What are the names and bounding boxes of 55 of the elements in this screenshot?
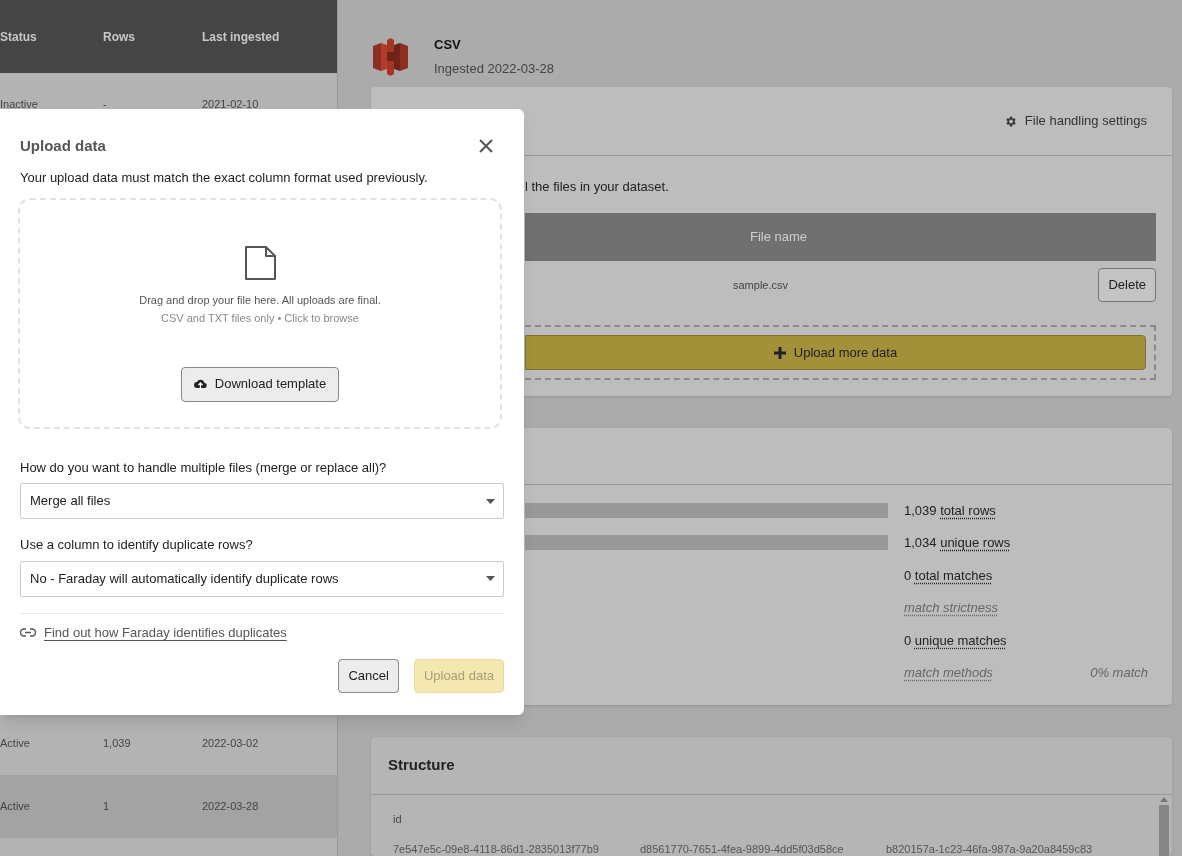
stat-text: 0 total matches <box>904 566 993 585</box>
table-cell-text: 1,039 <box>103 736 131 752</box>
table-cell-text: 7e547e5c-09e8-4118-86d1-2835013f77b9 <box>393 841 600 856</box>
column-header: File name <box>750 228 808 247</box>
close-icon <box>479 139 493 153</box>
scrollbar[interactable] <box>1158 797 1170 856</box>
stat-link[interactable]: match strictness <box>904 598 998 618</box>
settings-link[interactable]: File handling settings <box>1003 111 1147 131</box>
table-row[interactable]: Active 1 2022-03-28 <box>0 775 337 838</box>
column-header[interactable]: Status <box>0 27 103 46</box>
dialog-title: Upload data <box>20 135 106 156</box>
dataset-subtitle: Ingested 2022-03-28 <box>434 59 554 78</box>
bucket-icon <box>373 37 408 76</box>
table-cell-text: Inactive <box>0 97 38 113</box>
table-cell-text: d8561770-7651-4fea-9899-4dd5f03d58ce <box>640 841 845 856</box>
caret-icon <box>486 576 495 581</box>
cancel-button[interactable]: Cancel <box>338 659 399 693</box>
field-label: Use a column to identify duplicate rows? <box>20 536 254 554</box>
stat-link[interactable]: match methods <box>904 663 993 683</box>
table-cell-text: 2022-03-28 <box>202 799 259 815</box>
table-cell-text: Active <box>0 736 30 752</box>
dropzone-hint: CSV and TXT files only • Click to browse <box>161 311 359 326</box>
link-icon <box>20 627 36 637</box>
card-title: Structure <box>388 755 455 776</box>
select-field[interactable]: No - Faraday will automatically identify duplicate rows <box>20 560 504 597</box>
cloud-upload-icon <box>193 378 207 390</box>
table-cell-text: Active <box>0 799 30 815</box>
description-text: l the files in your dataset. <box>525 178 670 196</box>
dialog-description: Your upload data must match the exact column format used previously. <box>20 169 429 187</box>
help-link[interactable]: Find out how Faraday identifies duplicates <box>44 622 287 642</box>
stat-text: 0 unique matches <box>904 631 1007 650</box>
upload-more-button[interactable]: Upload more data <box>525 335 1146 370</box>
select-field[interactable]: Merge all files <box>20 483 504 519</box>
match-percent: 0% match <box>1090 664 1148 682</box>
table-cell-text: b820157a-1c23-46fa-987a-9a20a8459c83 <box>886 841 1094 856</box>
file-name: sample.csv <box>733 277 789 293</box>
table-cell-text: 1 <box>103 799 110 815</box>
stat-text: 1,039 total rows <box>904 501 996 520</box>
column-header[interactable]: Rows <box>103 27 202 46</box>
field-label: How do you want to handle multiple files (merge or replace all)? <box>20 458 388 477</box>
table-cell-text: 2021-02-10 <box>202 97 259 113</box>
column-name: id <box>393 812 403 827</box>
column-header[interactable]: Last ingested <box>202 27 337 46</box>
dataset-title: CSV <box>434 36 462 54</box>
table-cell-text: 2022-03-02 <box>202 736 259 752</box>
download-template-button[interactable]: Download template <box>180 366 340 402</box>
table-cell-text: - <box>103 97 107 113</box>
caret-icon <box>486 498 495 504</box>
plus-icon <box>773 346 786 359</box>
dropzone[interactable]: Drag and drop your file here. All uploads are final. CSV and TXT files only • Click to browse Download template <box>18 197 502 429</box>
stat-text: 1,034 unique rows <box>904 534 1011 552</box>
file-icon <box>243 245 277 280</box>
delete-button[interactable]: Delete <box>1098 268 1156 302</box>
dropzone-text: Drag and drop your file here. All uploads are final. <box>139 292 381 308</box>
close-button[interactable] <box>479 139 493 153</box>
